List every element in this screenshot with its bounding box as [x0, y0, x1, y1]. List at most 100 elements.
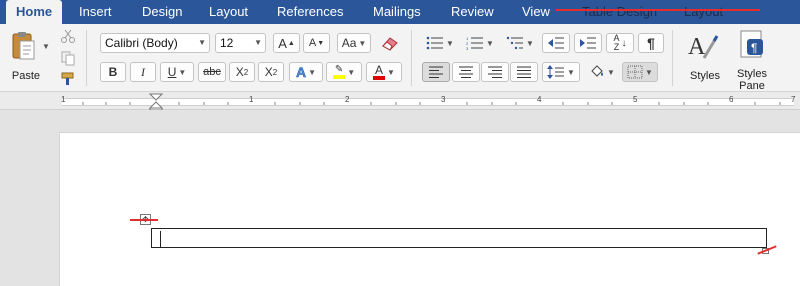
- strikethrough-glyph: abc: [203, 66, 221, 78]
- ribbon-tab-bar: Home Insert Design Layout References Mai…: [0, 0, 800, 24]
- ruler-number: 3: [441, 95, 446, 104]
- styles-pane-label: Styles Pane: [737, 68, 767, 92]
- tab-table-layout[interactable]: Layout: [684, 0, 723, 24]
- shading-button[interactable]: ▼: [585, 62, 619, 82]
- svg-text:¶: ¶: [751, 41, 757, 55]
- italic-glyph: I: [141, 64, 145, 79]
- eraser-icon: [382, 37, 398, 51]
- table[interactable]: [151, 228, 767, 248]
- show-formatting-marks-button[interactable]: ¶: [638, 33, 664, 53]
- justify-icon: [517, 66, 531, 78]
- styles-button[interactable]: A Styles: [682, 28, 728, 86]
- chevron-down-icon: ▼: [567, 67, 575, 77]
- pilcrow-icon: ¶: [647, 35, 655, 51]
- horizontal-ruler: 1 1 2 3 4 5 6 7: [0, 92, 800, 110]
- arrow-down-icon: ↓: [621, 37, 627, 49]
- scissors-icon: [61, 29, 75, 43]
- change-case-button[interactable]: Aa ▼: [337, 33, 371, 53]
- sort-az-icon: AZ: [613, 33, 620, 52]
- clear-formatting-button[interactable]: [378, 33, 402, 53]
- align-left-button[interactable]: [422, 62, 450, 82]
- paintbrush-icon: [61, 72, 74, 85]
- justify-button[interactable]: [510, 62, 538, 82]
- tab-insert[interactable]: Insert: [79, 0, 112, 24]
- text-cursor: [160, 231, 161, 247]
- underline-glyph: U: [167, 65, 177, 79]
- underline-button[interactable]: U ▼: [160, 62, 194, 82]
- ruler-number: 7: [791, 95, 796, 104]
- shrink-font-button[interactable]: A ▼: [303, 33, 330, 53]
- tab-view[interactable]: View: [522, 0, 550, 24]
- text-effects-glyph: A: [295, 64, 307, 81]
- bullets-button[interactable]: ▼: [422, 33, 458, 53]
- numbering-button[interactable]: 1 2 3 ▼: [462, 33, 498, 53]
- line-spacing-button[interactable]: ▼: [542, 62, 580, 82]
- font-size-dropdown[interactable]: 12 ▼: [215, 33, 266, 53]
- separator: [672, 30, 673, 86]
- font-color-glyph: A: [373, 64, 386, 80]
- align-center-button[interactable]: [452, 62, 480, 82]
- paint-bucket-icon: [591, 65, 604, 77]
- chevron-down-icon: ▼: [178, 67, 187, 77]
- red-strike-annotation: [130, 219, 158, 221]
- line-spacing-icon: [547, 65, 565, 79]
- caret-up-icon: ▲: [287, 39, 295, 47]
- subscript-button[interactable]: X2: [229, 62, 255, 82]
- grow-font-button[interactable]: A ▲: [273, 33, 300, 53]
- superscript-glyph: X: [264, 65, 273, 79]
- chevron-down-icon: ▼: [308, 67, 317, 77]
- tab-table-design[interactable]: Table Design: [582, 0, 657, 24]
- chevron-down-icon: ▼: [198, 38, 206, 47]
- font-color-button[interactable]: A ▼: [366, 62, 402, 82]
- bold-button[interactable]: B: [100, 62, 126, 82]
- subscript-mark: 2: [243, 67, 249, 77]
- italic-button[interactable]: I: [130, 62, 156, 82]
- chevron-down-icon: ▼: [526, 38, 534, 48]
- copy-button[interactable]: [58, 48, 78, 68]
- home-ribbon: ▼ Paste Calibri (Body) ▼ 12 ▼ A ▲ A ▼ Aa ▼ …: [0, 24, 800, 92]
- sort-button[interactable]: A Z ↓: [606, 33, 634, 53]
- decrease-indent-button[interactable]: [542, 33, 570, 53]
- borders-button[interactable]: ▼: [622, 62, 658, 82]
- text-effects-button[interactable]: A ▼: [289, 62, 323, 82]
- shrink-font-glyph: A: [308, 37, 317, 49]
- chevron-down-icon: ▼: [347, 67, 356, 77]
- styles-pane-button[interactable]: ¶ Styles Pane: [732, 28, 772, 92]
- ruler-number: 2: [345, 95, 350, 104]
- ruler-ticks: [82, 93, 781, 110]
- tab-mailings[interactable]: Mailings: [373, 0, 421, 24]
- copy-icon: [61, 51, 75, 66]
- format-painter-button[interactable]: [58, 69, 78, 89]
- separator: [86, 30, 87, 86]
- ruler-number: 1: [249, 95, 254, 104]
- increase-indent-button[interactable]: [574, 33, 602, 53]
- tab-references[interactable]: References: [277, 0, 343, 24]
- tab-review[interactable]: Review: [451, 0, 494, 24]
- chevron-down-icon: ▼: [42, 42, 50, 51]
- document-page[interactable]: [59, 132, 800, 286]
- font-name-dropdown[interactable]: Calibri (Body) ▼: [100, 33, 210, 53]
- chevron-down-icon: ▼: [358, 38, 367, 48]
- tab-layout[interactable]: Layout: [209, 0, 248, 24]
- bold-glyph: B: [108, 65, 118, 79]
- paste-label: Paste: [11, 70, 41, 82]
- svg-text:A: A: [688, 34, 706, 60]
- grow-font-glyph: A: [278, 35, 287, 51]
- styles-label: Styles: [690, 70, 720, 82]
- clipboard-icon: [12, 32, 35, 60]
- align-right-icon: [488, 66, 502, 78]
- tab-home[interactable]: Home: [6, 0, 63, 24]
- red-strike-annotation: [556, 9, 760, 11]
- cut-button[interactable]: [58, 26, 78, 46]
- ruler-number: 6: [729, 95, 734, 104]
- strikethrough-button[interactable]: abc: [198, 62, 226, 82]
- font-size-value: 12: [220, 36, 234, 50]
- highlight-button[interactable]: ✎ ▼: [326, 62, 362, 82]
- paste-button[interactable]: ▼ Paste: [6, 28, 50, 86]
- superscript-button[interactable]: X2: [258, 62, 284, 82]
- font-name-value: Calibri (Body): [105, 36, 178, 50]
- align-right-button[interactable]: [481, 62, 509, 82]
- multilevel-list-button[interactable]: ▼: [502, 33, 538, 53]
- tab-design[interactable]: Design: [142, 0, 182, 24]
- styles-brush-icon: A: [688, 34, 719, 60]
